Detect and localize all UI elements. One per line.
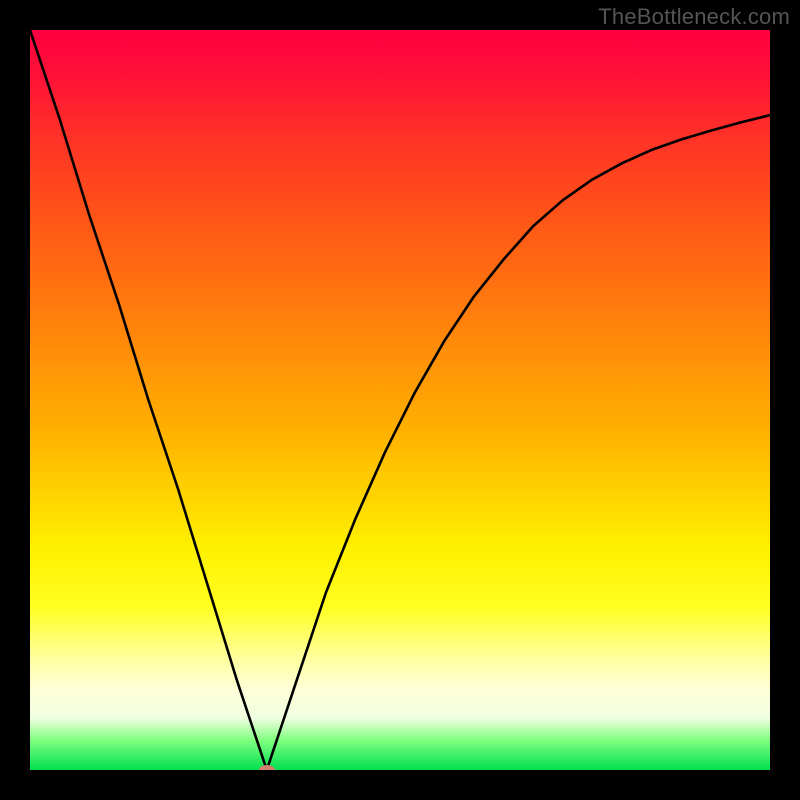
curve-svg [30,30,770,770]
minimum-marker [259,765,275,770]
chart-frame: TheBottleneck.com [0,0,800,800]
bottleneck-curve-path [30,30,770,770]
plot-area [30,30,770,770]
watermark-text: TheBottleneck.com [598,4,790,30]
